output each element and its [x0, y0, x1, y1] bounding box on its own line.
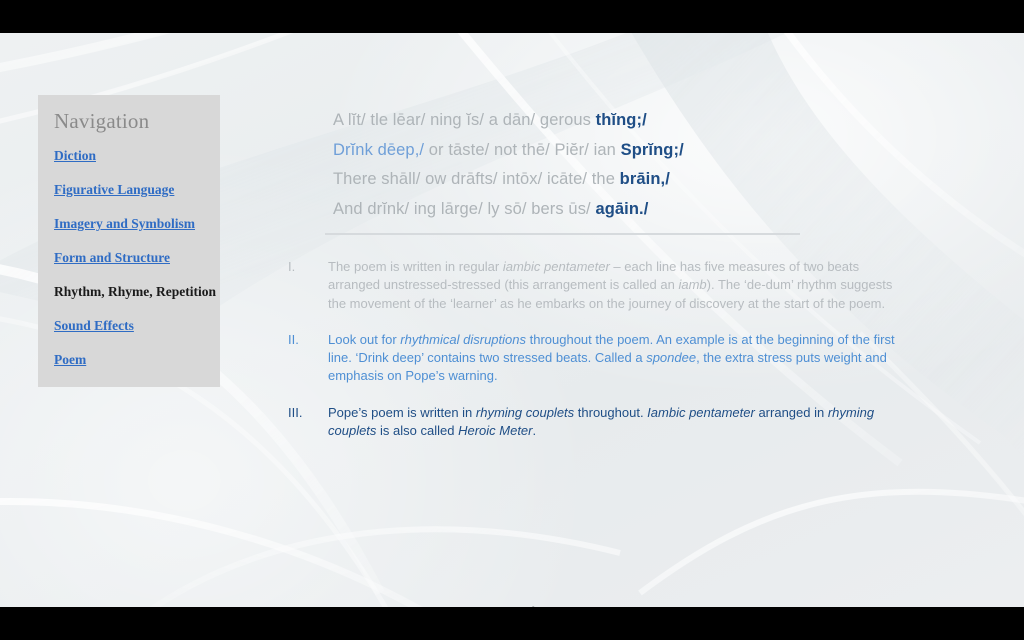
section-divider — [325, 233, 800, 235]
poem-segment: or tāste/ not thē/ Piĕr/ ian — [424, 140, 621, 159]
analysis-note: I. The poem is written in regular iambic … — [288, 258, 898, 313]
note-numeral: II. — [288, 331, 299, 347]
note-text: The poem is written in regular iambic pe… — [328, 259, 893, 311]
sidebar-item-imagery-and-symbolism[interactable]: Imagery and Symbolism — [54, 217, 220, 231]
sidebar-item-diction[interactable]: Diction — [54, 149, 220, 163]
navigation-panel: Navigation Diction Figurative Language Ima… — [38, 95, 220, 387]
poem-segment: There shāll/ ow drāfts/ intōx/ icāte/ th… — [333, 170, 620, 188]
presentation-viewport: Navigation Diction Figurative Language Ima… — [0, 0, 1024, 640]
sidebar-item-rhythm-rhyme-repetition: Rhythm, Rhyme, Repetition — [54, 284, 216, 299]
sidebar-item-sound-effects[interactable]: Sound Effects — [54, 319, 220, 333]
poem-line: There shāll/ ow drāfts/ intōx/ icāte/ th… — [333, 165, 933, 195]
poem-segment: brāin,/ — [619, 170, 670, 188]
poem-segment: agāin./ — [595, 199, 649, 218]
analysis-notes-list: I. The poem is written in regular iambic … — [288, 258, 898, 458]
sidebar-item-figurative-language[interactable]: Figurative Language — [54, 183, 220, 197]
poem-line: A lĭt/ tle lēar/ ning ĭs/ a dān/ gerous … — [333, 106, 933, 136]
analysis-note: II. Look out for rhythmical disruptions t… — [288, 331, 898, 386]
navigation-title: Navigation — [54, 109, 150, 133]
poem-segment: Sprĭng;/ — [620, 140, 684, 159]
note-numeral: III. — [288, 404, 303, 420]
sidebar-item-form-and-structure[interactable]: Form and Structure — [54, 251, 220, 265]
poem-segment: Drĭnk dēep,/ — [333, 140, 425, 159]
navigation-list: Diction Figurative Language Imagery and Sy… — [54, 149, 220, 387]
note-text: Pope’s poem is written in rhyming couple… — [328, 404, 875, 439]
slide-canvas: Navigation Diction Figurative Language Ima… — [0, 33, 1024, 607]
poem-segment: And drĭnk/ ing lārge/ ly sō/ bers ūs/ — [333, 199, 596, 218]
note-numeral: I. — [288, 259, 296, 274]
poem-segment: A lĭt/ tle lēar/ ning ĭs/ a dān/ gerous — [333, 111, 596, 129]
sidebar-item-poem[interactable]: Poem — [54, 353, 220, 367]
poem-segment: thĭng;/ — [595, 111, 647, 129]
analysis-note: III. Pope’s poem is written in rhyming co… — [288, 404, 898, 441]
poem-line: Drĭnk dēep,/ or tāste/ not thē/ Piĕr/ ia… — [333, 136, 933, 166]
letterbox-bottom — [0, 607, 1024, 640]
note-text: Look out for rhythmical disruptions thro… — [328, 331, 895, 384]
poem-line: And drĭnk/ ing lārge/ ly sō/ bers ūs/ ag… — [333, 195, 933, 225]
letterbox-top — [0, 0, 1024, 33]
poem-scansion-block: A lĭt/ tle lēar/ ning ĭs/ a dān/ gerous … — [333, 106, 933, 224]
